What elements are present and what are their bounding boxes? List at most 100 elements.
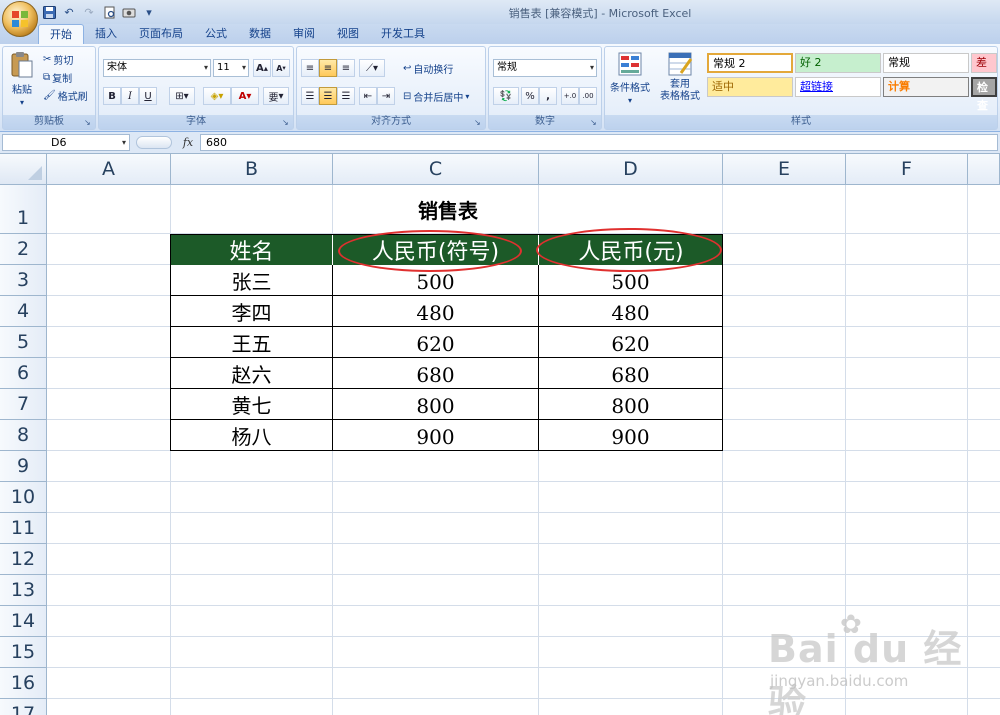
formula-bar-expand-handle[interactable] bbox=[136, 136, 172, 149]
underline-button[interactable]: U bbox=[139, 87, 157, 105]
align-right-icon[interactable]: ☰ bbox=[337, 87, 355, 105]
border-icon[interactable]: ⊞▾ bbox=[169, 87, 195, 105]
name-cell[interactable]: 王五 bbox=[171, 327, 333, 358]
row-header-14[interactable]: 14 bbox=[0, 606, 47, 637]
tab-review[interactable]: 审阅 bbox=[282, 24, 326, 44]
value-cell[interactable]: 620 bbox=[539, 327, 723, 358]
phonetic-button[interactable]: 要 ▾ bbox=[263, 87, 289, 105]
cut-button[interactable]: ✂ 剪切 bbox=[43, 52, 73, 67]
row-header-6[interactable]: 6 bbox=[0, 358, 47, 389]
value-cell[interactable]: 900 bbox=[333, 420, 539, 451]
name-cell[interactable]: 杨八 bbox=[171, 420, 333, 451]
row-header-12[interactable]: 12 bbox=[0, 544, 47, 575]
name-cell[interactable]: 李四 bbox=[171, 296, 333, 327]
tab-formulas[interactable]: 公式 bbox=[194, 24, 238, 44]
conditional-format-button[interactable]: 条件格式 ▾ bbox=[609, 51, 651, 105]
font-color-button[interactable]: A ▾ bbox=[231, 87, 259, 105]
value-cell[interactable]: 480 bbox=[333, 296, 539, 327]
align-center-icon[interactable]: ☰ bbox=[319, 87, 337, 105]
tab-home[interactable]: 开始 bbox=[38, 24, 84, 44]
column-header-f[interactable]: F bbox=[846, 154, 968, 185]
row-header-16[interactable]: 16 bbox=[0, 668, 47, 699]
tab-insert[interactable]: 插入 bbox=[84, 24, 128, 44]
currency-icon[interactable]: 💱 bbox=[493, 87, 519, 105]
paste-button[interactable]: 粘贴 ▾ bbox=[7, 51, 37, 107]
value-cell[interactable]: 800 bbox=[539, 389, 723, 420]
insert-function-icon[interactable]: fx bbox=[178, 134, 198, 151]
row-header-8[interactable]: 8 bbox=[0, 420, 47, 451]
table-header-cell[interactable]: 人民币(符号) bbox=[333, 234, 539, 265]
fill-color-icon[interactable]: ◈▾ bbox=[203, 87, 231, 105]
shrink-font-button[interactable]: A ▾ bbox=[272, 59, 290, 77]
sheet-title-cell[interactable]: 销售表 bbox=[333, 185, 563, 234]
value-cell[interactable]: 800 bbox=[333, 389, 539, 420]
column-header-d[interactable]: D bbox=[539, 154, 723, 185]
row-header-5[interactable]: 5 bbox=[0, 327, 47, 358]
row-header-13[interactable]: 13 bbox=[0, 575, 47, 606]
number-format-select[interactable]: 常规 ▾ bbox=[493, 59, 597, 77]
style-good-2[interactable]: 好 2 bbox=[795, 53, 881, 73]
style-neutral[interactable]: 适中 bbox=[707, 77, 793, 97]
name-cell[interactable]: 赵六 bbox=[171, 358, 333, 389]
style-normal-2[interactable]: 常规 2 bbox=[707, 53, 793, 73]
bold-button[interactable]: B bbox=[103, 87, 121, 105]
value-cell[interactable]: 500 bbox=[333, 265, 539, 296]
align-top-icon[interactable]: ≡ bbox=[301, 59, 319, 77]
table-header-cell[interactable]: 人民币(元) bbox=[539, 234, 723, 265]
dialog-launcher-icon[interactable]: ↘ bbox=[282, 118, 291, 127]
name-cell[interactable]: 张三 bbox=[171, 265, 333, 296]
increase-indent-icon[interactable]: ⇥ bbox=[377, 87, 395, 105]
worksheet[interactable]: ABCDEF 1 2 3 4 5 6 7 8 9 10 11 12 13 14 15 16 17 销售表 姓名人… bbox=[0, 154, 1000, 715]
row-header-7[interactable]: 7 bbox=[0, 389, 47, 420]
row-header-2[interactable]: 2 bbox=[0, 234, 47, 265]
column-header-c[interactable]: C bbox=[333, 154, 539, 185]
format-painter-button[interactable]: 🖌 格式刷 bbox=[43, 88, 88, 103]
style-calculation[interactable]: 计算 bbox=[883, 77, 969, 97]
dialog-launcher-icon[interactable]: ↘ bbox=[474, 118, 483, 127]
value-cell[interactable]: 480 bbox=[539, 296, 723, 327]
decrease-indent-icon[interactable]: ⇤ bbox=[359, 87, 377, 105]
style-normal[interactable]: 常规 bbox=[883, 53, 969, 73]
align-middle-icon[interactable]: ≡ bbox=[319, 59, 337, 77]
row-header-3[interactable]: 3 bbox=[0, 265, 47, 296]
column-header-a[interactable]: A bbox=[47, 154, 171, 185]
tab-view[interactable]: 视图 bbox=[326, 24, 370, 44]
align-bottom-icon[interactable]: ≡ bbox=[337, 59, 355, 77]
font-name-select[interactable]: 宋体 ▾ bbox=[103, 59, 211, 77]
font-size-select[interactable]: 11 ▾ bbox=[213, 59, 249, 77]
row-header-15[interactable]: 15 bbox=[0, 637, 47, 668]
row-header-17[interactable]: 17 bbox=[0, 699, 47, 715]
value-cell[interactable]: 680 bbox=[333, 358, 539, 389]
align-left-icon[interactable]: ☰ bbox=[301, 87, 319, 105]
style-check-cell[interactable]: 检查 bbox=[971, 77, 997, 112]
row-header-1[interactable]: 1 bbox=[0, 185, 47, 234]
row-header-11[interactable]: 11 bbox=[0, 513, 47, 544]
wrap-text-button[interactable]: ↩ 自动换行 bbox=[403, 61, 453, 76]
merge-center-button[interactable]: ⊟ 合并后居中 ▾ bbox=[403, 89, 469, 104]
orientation-icon[interactable]: ⟋▾ bbox=[359, 59, 385, 77]
value-cell[interactable]: 500 bbox=[539, 265, 723, 296]
tab-data[interactable]: 数据 bbox=[238, 24, 282, 44]
tab-developer[interactable]: 开发工具 bbox=[370, 24, 436, 44]
value-cell[interactable]: 900 bbox=[539, 420, 723, 451]
copy-button[interactable]: ⧉ 复制 bbox=[43, 70, 72, 85]
value-cell[interactable]: 620 bbox=[333, 327, 539, 358]
tab-page-layout[interactable]: 页面布局 bbox=[128, 24, 194, 44]
style-bad[interactable]: 差 bbox=[971, 53, 997, 73]
name-box[interactable]: D6 ▾ bbox=[2, 134, 130, 151]
name-cell[interactable]: 黄七 bbox=[171, 389, 333, 420]
table-header-cell[interactable]: 姓名 bbox=[171, 234, 333, 265]
formula-input[interactable]: 680 bbox=[200, 134, 998, 151]
italic-button[interactable]: I bbox=[121, 87, 139, 105]
dialog-launcher-icon[interactable]: ↘ bbox=[590, 118, 599, 127]
select-all-corner[interactable] bbox=[0, 154, 47, 185]
grow-font-button[interactable]: A ▴ bbox=[253, 59, 271, 77]
row-header-10[interactable]: 10 bbox=[0, 482, 47, 513]
value-cell[interactable]: 680 bbox=[539, 358, 723, 389]
row-header-9[interactable]: 9 bbox=[0, 451, 47, 482]
office-button[interactable] bbox=[2, 1, 38, 37]
style-hyperlink[interactable]: 超链接 bbox=[795, 77, 881, 97]
increase-decimal-icon[interactable]: +.0 bbox=[561, 87, 579, 105]
dialog-launcher-icon[interactable]: ↘ bbox=[84, 118, 93, 127]
column-header-b[interactable]: B bbox=[171, 154, 333, 185]
